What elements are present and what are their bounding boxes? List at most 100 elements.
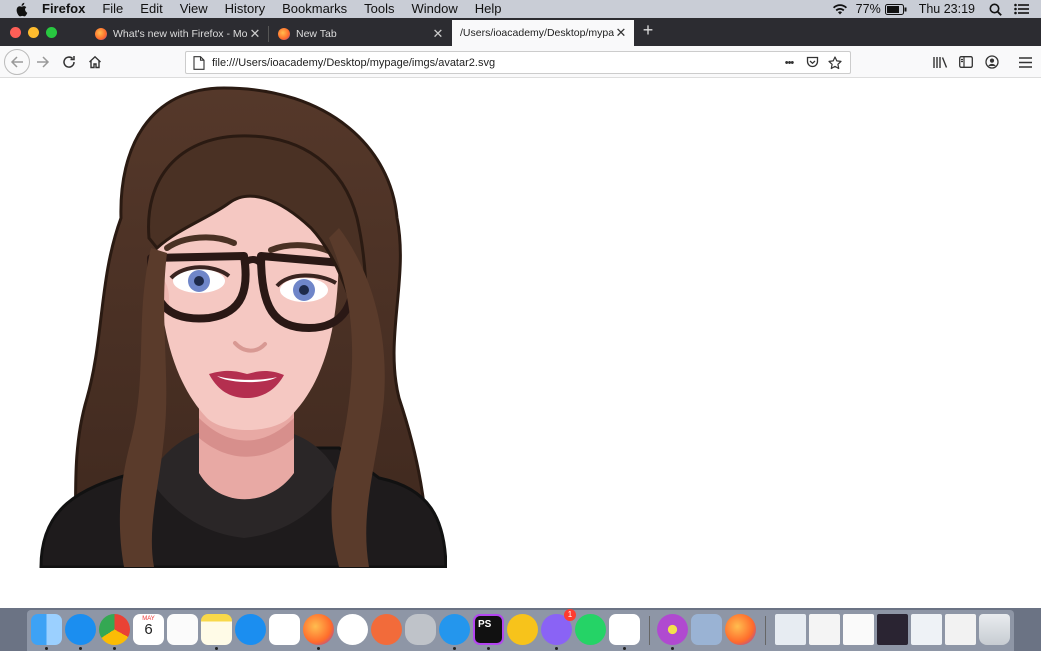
dock-separator — [649, 616, 650, 645]
sidebar-icon — [959, 56, 973, 68]
back-arrow-icon — [10, 56, 23, 68]
preview-icon[interactable] — [691, 614, 722, 645]
app-store-icon[interactable] — [235, 614, 266, 645]
phpstorm-icon[interactable]: PS — [473, 614, 504, 645]
forward-button[interactable] — [32, 51, 54, 73]
avatar-illustration — [39, 86, 447, 568]
close-tab-icon[interactable]: ✕ — [248, 26, 262, 42]
wifi-icon[interactable] — [832, 3, 848, 15]
finder-icon[interactable] — [31, 614, 62, 645]
library-icon — [932, 56, 947, 68]
menu-history[interactable]: History — [225, 0, 265, 18]
right-pupil — [299, 285, 309, 295]
firefox-tab-icon — [95, 27, 107, 40]
tab-whats-new[interactable]: What's new with Firefox - More ✕ — [85, 21, 268, 46]
battery-icon[interactable] — [884, 3, 907, 15]
menu-help[interactable]: Help — [475, 0, 502, 18]
whatsapp-icon[interactable] — [575, 614, 606, 645]
tab-title: New Tab — [296, 27, 337, 40]
account-button[interactable] — [981, 51, 1003, 73]
menu-edit[interactable]: Edit — [140, 0, 162, 18]
back-button[interactable] — [4, 49, 30, 75]
menu-app-name[interactable]: Firefox — [42, 0, 85, 18]
running-indicator — [453, 647, 456, 650]
hamburger-menu-icon — [1018, 56, 1032, 68]
url-bar[interactable]: file:///Users/ioacademy/Desktop/mypage/i… — [185, 51, 851, 74]
notes-icon[interactable] — [201, 614, 232, 645]
messenger-icon[interactable]: 1 — [541, 609, 576, 645]
spotlight-search-icon[interactable] — [989, 3, 1002, 16]
tab-title: /Users/ioacademy/Desktop/mypage — [460, 27, 614, 39]
reload-button[interactable] — [58, 51, 80, 73]
page-icon — [193, 55, 205, 70]
close-tab-icon[interactable]: ✕ — [431, 26, 445, 42]
close-tab-icon[interactable]: ✕ — [614, 25, 628, 41]
chrome-icon[interactable] — [99, 614, 130, 645]
minimized-window-2[interactable] — [809, 614, 840, 645]
tab-title: What's new with Firefox - More — [113, 27, 248, 40]
minimized-window-6[interactable] — [945, 614, 976, 645]
calendar-icon[interactable]: MAY 6 — [133, 614, 164, 645]
firefox-tab-icon — [278, 27, 290, 40]
messenger-badge: 1 — [564, 609, 576, 621]
menu-bookmarks[interactable]: Bookmarks — [282, 0, 347, 18]
mongodb-compass-icon[interactable] — [337, 614, 368, 645]
account-icon — [985, 55, 999, 69]
menu-view[interactable]: View — [180, 0, 208, 18]
tab-new-tab[interactable]: New Tab ✕ — [268, 21, 451, 46]
firefox-dock-icon-2[interactable] — [725, 614, 756, 645]
left-pupil — [194, 276, 204, 286]
app-menu-button[interactable] — [1014, 51, 1036, 73]
menu-window[interactable]: Window — [412, 0, 458, 18]
menu-tools[interactable]: Tools — [364, 0, 394, 18]
trash-icon[interactable] — [979, 614, 1010, 645]
tab-avatar-svg[interactable]: /Users/ioacademy/Desktop/mypage ✕ — [452, 20, 634, 46]
home-button[interactable] — [84, 51, 106, 73]
navigation-toolbar: file:///Users/ioacademy/Desktop/mypage/i… — [0, 46, 1041, 78]
home-icon — [89, 55, 101, 69]
pocket-icon[interactable] — [801, 54, 823, 72]
notification-center-icon[interactable] — [1014, 3, 1029, 15]
running-indicator — [79, 647, 82, 650]
apple-icon[interactable] — [14, 1, 30, 17]
database-icon[interactable] — [405, 614, 436, 645]
firefox-dock-icon[interactable] — [303, 614, 334, 645]
minimized-window-3[interactable] — [843, 614, 874, 645]
slack-icon[interactable] — [269, 614, 300, 645]
minimized-window-4[interactable] — [877, 614, 908, 645]
dock-separator — [765, 616, 766, 645]
running-indicator — [671, 647, 674, 650]
clock[interactable]: Thu 23:19 — [919, 2, 975, 16]
battery-percent: 77% — [855, 2, 881, 16]
minimized-window-5[interactable] — [911, 614, 942, 645]
library-button[interactable] — [929, 51, 951, 73]
vscode-icon[interactable] — [609, 614, 640, 645]
cyberduck-icon[interactable] — [507, 614, 538, 645]
menu-file[interactable]: File — [102, 0, 123, 18]
running-indicator — [487, 647, 490, 650]
docker-icon[interactable] — [439, 614, 470, 645]
sidebar-button[interactable] — [955, 51, 977, 73]
running-indicator — [45, 647, 48, 650]
bookmark-star-icon[interactable] — [824, 54, 846, 72]
page-content — [0, 78, 1041, 608]
running-indicator — [623, 647, 626, 650]
close-window-button[interactable] — [10, 27, 21, 38]
url-text[interactable]: file:///Users/ioacademy/Desktop/mypage/i… — [212, 57, 778, 69]
forward-arrow-icon — [37, 56, 50, 68]
running-indicator — [317, 647, 320, 650]
reload-icon — [63, 56, 75, 68]
running-indicator — [555, 647, 558, 650]
minimize-window-button[interactable] — [28, 27, 39, 38]
postman-icon[interactable] — [371, 614, 402, 645]
page-actions-button[interactable]: ••• — [778, 54, 800, 72]
zoom-window-button[interactable] — [46, 27, 57, 38]
macos-menu-bar: Firefox File Edit View History Bookmarks… — [0, 0, 1041, 18]
macos-dock: MAY 6 PS 1 — [27, 609, 1014, 651]
running-indicator — [215, 647, 218, 650]
flower-app-icon[interactable] — [657, 614, 688, 645]
minimized-window-1[interactable] — [775, 614, 806, 645]
new-tab-icon[interactable]: + — [640, 18, 656, 42]
messages-icon[interactable] — [65, 614, 96, 645]
reminders-icon[interactable] — [167, 614, 198, 645]
